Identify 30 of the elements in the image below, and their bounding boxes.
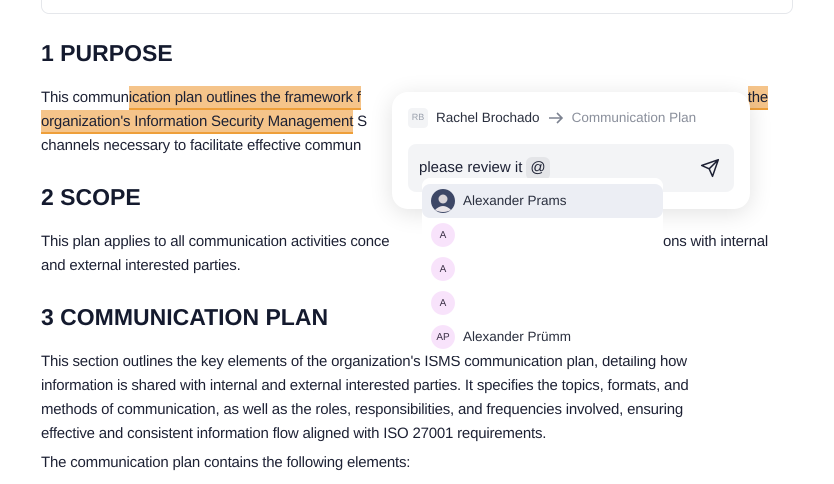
mention-option[interactable]: Alexander Prams xyxy=(422,184,663,218)
paragraph-text: S xyxy=(356,112,367,132)
paragraph-text: methods of communication, as well as the roles, responsibilities, and frequencies involved, ensuring xyxy=(41,400,684,420)
paragraph-text: The communication plan contains the following elements: xyxy=(41,454,412,472)
paragraph-text: ons with internal xyxy=(663,232,768,252)
highlighted-text: organization's Information Security Management xyxy=(41,110,354,134)
paragraph-text: channels necessary to facilitate effective commun xyxy=(41,136,362,156)
section-heading: 2 SCOPE xyxy=(41,183,141,211)
paragraph-text: information is shared with internal and external interested parties. It specifies the topics, formats, and xyxy=(41,376,688,396)
avatar-initials: AP xyxy=(431,325,455,349)
avatar-initials: A xyxy=(431,257,455,281)
paragraph-text: effective and consistent information flow aligned with ISO 27001 requirements. xyxy=(41,424,546,444)
avatar-icon xyxy=(431,189,455,213)
avatar-initials: A xyxy=(431,291,455,315)
mention-token: @ xyxy=(526,157,550,180)
section-heading: 1 PURPOSE xyxy=(41,39,173,67)
highlighted-text: the xyxy=(748,86,768,110)
send-icon[interactable] xyxy=(700,158,720,178)
arrow-right-icon xyxy=(548,111,564,126)
author-name: Rachel Brochado xyxy=(436,109,540,127)
paragraph-text: This section outlines the key elements of the organization's ISMS communication plan, detailing how xyxy=(41,352,687,372)
target-document: Communication Plan xyxy=(572,109,696,127)
paragraph-text: and external interested parties. xyxy=(41,256,241,276)
highlighted-text: ication plan outlines the framework f xyxy=(128,86,361,110)
paragraph-text: This commun xyxy=(41,88,129,108)
paragraph-text: This plan applies to all communication activities conce xyxy=(41,232,390,252)
avatar-initials: A xyxy=(431,223,455,247)
section-heading: 3 COMMUNICATION PLAN xyxy=(41,303,328,331)
comment-text: please review it xyxy=(419,158,522,178)
author-avatar: RB xyxy=(408,108,428,128)
